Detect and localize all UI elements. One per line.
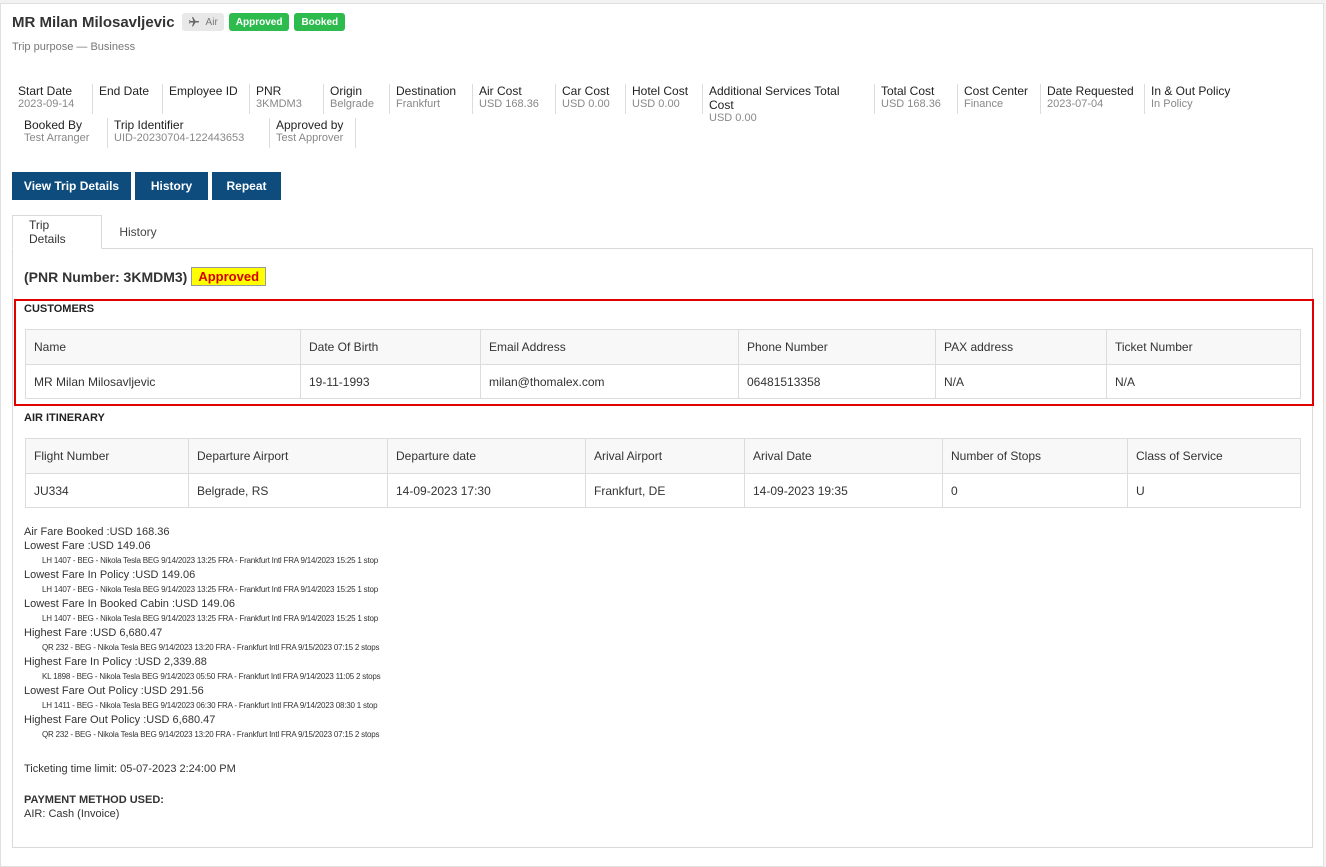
pnr-status: Approved <box>191 267 267 286</box>
trip-details-panel: (PNR Number: 3KMDM3) Approved CUSTOMERS … <box>12 248 1314 848</box>
trip-purpose: Trip purpose — Business <box>12 41 136 53</box>
approved-badge: Approved <box>228 13 290 31</box>
table-cell: U <box>1127 473 1301 508</box>
fare-line-lowest-fare-out-policy: Lowest Fare Out Policy :USD 291.56 <box>24 685 204 697</box>
fare-line-lowest-fare-booked-cabin: Lowest Fare In Booked Cabin :USD 149.06 <box>24 598 235 610</box>
column-header: Date Of Birth <box>300 329 481 365</box>
air-type-badge: Air <box>181 13 224 31</box>
air-badge-label: Air <box>205 16 218 28</box>
trip-header: MR Milan Milosavljevic Air Approved Book… <box>12 13 346 31</box>
fare-detail: QR 232 - BEG - Nikola Tesla BEG 9/14/202… <box>42 730 380 739</box>
table-cell: 14-09-2023 17:30 <box>387 473 586 508</box>
airplane-icon <box>188 17 199 27</box>
fare-line-highest-fare-out-policy: Highest Fare Out Policy :USD 6,680.47 <box>24 714 216 726</box>
fare-line-lowest-fare: Lowest Fare :USD 149.06 <box>24 540 151 552</box>
info-approved-by: Approved by Test Approver <box>270 118 356 148</box>
pnr-number: (PNR Number: 3KMDM3) <box>24 268 188 285</box>
info-employee-id: Employee ID <box>163 84 250 114</box>
fare-line-highest-fare: Highest Fare :USD 6,680.47 <box>24 627 163 639</box>
info-origin: Origin Belgrade <box>324 84 390 114</box>
fare-detail: KL 1898 - BEG - Nikola Tesla BEG 9/14/20… <box>42 672 381 681</box>
fare-detail: QR 232 - BEG - Nikola Tesla BEG 9/14/202… <box>42 643 380 652</box>
column-header: Flight Number <box>25 438 189 474</box>
table-cell: N/A <box>935 364 1107 399</box>
detail-tabs: Trip Details History <box>12 215 174 249</box>
table-row: MR Milan Milosavljevic 19-11-1993 milan@… <box>25 364 1301 399</box>
table-cell: 14-09-2023 19:35 <box>744 473 943 508</box>
info-additional-services: Additional Services Total Cost USD 0.00 <box>703 84 875 124</box>
table-cell: MR Milan Milosavljevic <box>25 364 301 399</box>
repeat-button[interactable]: Repeat <box>212 172 281 200</box>
payment-method-title: PAYMENT METHOD USED: <box>24 794 164 806</box>
fare-line-air-fare-booked: Air Fare Booked :USD 168.36 <box>24 526 170 538</box>
action-buttons: View Trip Details History Repeat <box>12 172 281 200</box>
trip-summary-grid: Start Date 2023-09-14 End Date Employee I… <box>12 84 1302 148</box>
info-air-cost: Air Cost USD 168.36 <box>473 84 556 114</box>
info-total-cost: Total Cost USD 168.36 <box>875 84 958 114</box>
table-cell: 19-11-1993 <box>300 364 481 399</box>
tab-trip-details[interactable]: Trip Details <box>12 215 102 249</box>
air-itinerary-table: Flight Number Departure Airport Departur… <box>25 438 1301 508</box>
info-car-cost: Car Cost USD 0.00 <box>556 84 626 114</box>
column-header: Departure date <box>387 438 586 474</box>
info-destination: Destination Frankfurt <box>390 84 473 114</box>
fare-detail: LH 1407 - BEG - Nikola Tesla BEG 9/14/20… <box>42 556 378 565</box>
column-header: Name <box>25 329 301 365</box>
ticketing-time-limit: Ticketing time limit: 05-07-2023 2:24:00… <box>24 763 236 775</box>
tab-history[interactable]: History <box>102 215 174 249</box>
info-cost-center: Cost Center Finance <box>958 84 1041 114</box>
table-cell: milan@thomalex.com <box>480 364 739 399</box>
fare-line-lowest-fare-in-policy: Lowest Fare In Policy :USD 149.06 <box>24 569 196 581</box>
payment-method-value: AIR: Cash (Invoice) <box>24 808 120 820</box>
column-header: Ticket Number <box>1106 329 1301 365</box>
column-header: PAX address <box>935 329 1107 365</box>
table-cell: Frankfurt, DE <box>585 473 745 508</box>
column-header: Departure Airport <box>188 438 388 474</box>
column-header: Number of Stops <box>942 438 1128 474</box>
table-header-row: Flight Number Departure Airport Departur… <box>25 438 1301 474</box>
info-date-requested: Date Requested 2023-07-04 <box>1041 84 1145 114</box>
table-cell: N/A <box>1106 364 1301 399</box>
fare-summary: Air Fare Booked :USD 168.36 Lowest Fare … <box>24 525 924 742</box>
table-cell: JU334 <box>25 473 189 508</box>
column-header: Arival Airport <box>585 438 745 474</box>
pnr-heading: (PNR Number: 3KMDM3) Approved <box>24 267 267 286</box>
fare-line-highest-fare-in-policy: Highest Fare In Policy :USD 2,339.88 <box>24 656 207 668</box>
column-header: Arival Date <box>744 438 943 474</box>
info-start-date: Start Date 2023-09-14 <box>12 84 93 114</box>
history-button[interactable]: History <box>135 172 208 200</box>
table-cell: 0 <box>942 473 1128 508</box>
booked-badge: Booked <box>294 13 346 31</box>
air-itinerary-title: AIR ITINERARY <box>24 412 105 424</box>
traveler-name: MR Milan Milosavljevic <box>12 13 175 31</box>
column-header: Phone Number <box>738 329 936 365</box>
table-cell: Belgrade, RS <box>188 473 388 508</box>
fare-detail: LH 1407 - BEG - Nikola Tesla BEG 9/14/20… <box>42 614 378 623</box>
customers-title: CUSTOMERS <box>24 303 95 315</box>
info-policy: In & Out Policy In Policy <box>1151 84 1231 110</box>
fare-detail: LH 1407 - BEG - Nikola Tesla BEG 9/14/20… <box>42 585 378 594</box>
info-trip-identifier: Trip Identifier UID-20230704-122443653 <box>108 118 270 148</box>
fare-detail: LH 1411 - BEG - Nikola Tesla BEG 9/14/20… <box>42 701 378 710</box>
info-booked-by: Booked By Test Arranger <box>18 118 108 148</box>
table-header-row: Name Date Of Birth Email Address Phone N… <box>25 329 1301 365</box>
customers-table: Name Date Of Birth Email Address Phone N… <box>25 329 1301 399</box>
column-header: Email Address <box>480 329 739 365</box>
table-cell: 06481513358 <box>738 364 936 399</box>
view-trip-details-button[interactable]: View Trip Details <box>12 172 131 200</box>
info-pnr: PNR 3KMDM3 <box>250 84 324 114</box>
table-row: JU334 Belgrade, RS 14-09-2023 17:30 Fran… <box>25 473 1301 508</box>
column-header: Class of Service <box>1127 438 1301 474</box>
info-hotel-cost: Hotel Cost USD 0.00 <box>626 84 703 114</box>
info-end-date: End Date <box>93 84 163 114</box>
